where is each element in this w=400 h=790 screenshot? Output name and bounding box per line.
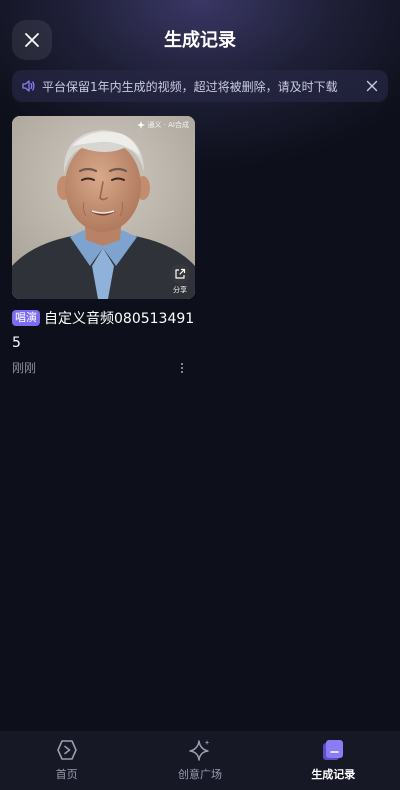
video-thumbnail[interactable]: 通义 · AI合成 分享	[12, 116, 195, 299]
speaker-icon	[22, 80, 35, 92]
home-play-icon	[55, 738, 79, 762]
record-card[interactable]: 通义 · AI合成 分享 唱演 自定义音频0805134915 刚刚	[12, 116, 195, 376]
notice-banner: 平台保留1年内生成的视频，超过将被删除，请及时下载	[12, 70, 388, 102]
ai-watermark: 通义 · AI合成	[137, 120, 189, 130]
page-title: 生成记录	[164, 30, 236, 51]
tab-creative-square-label: 创意广场	[177, 768, 222, 781]
records-icon	[321, 738, 345, 762]
tab-home[interactable]: 首页	[0, 731, 133, 790]
more-options-icon[interactable]	[177, 361, 187, 375]
sparkle-icon	[188, 738, 212, 762]
record-meta: 刚刚	[12, 359, 195, 376]
tab-creative-square[interactable]: 创意广场	[133, 731, 266, 790]
share-circle	[170, 264, 190, 284]
tab-records[interactable]: 生成记录	[267, 731, 400, 790]
notice-text: 平台保留1年内生成的视频，超过将被删除，请及时下载	[42, 79, 338, 94]
notice-close-button[interactable]	[364, 78, 380, 94]
header: 生成记录	[0, 16, 400, 64]
share-label: 分享	[173, 286, 187, 294]
watermark-text: 通义 · AI合成	[147, 121, 189, 129]
share-icon	[175, 268, 186, 279]
close-icon	[366, 80, 378, 92]
sparkle-logo-icon	[137, 121, 146, 129]
tab-records-label: 生成记录	[311, 768, 356, 781]
portrait-image	[12, 116, 195, 299]
record-title: 唱演 自定义音频0805134915	[12, 307, 195, 355]
share-button[interactable]: 分享	[169, 264, 191, 295]
record-time: 刚刚	[12, 361, 37, 375]
bottom-tab-bar: 首页 创意广场 生成记录	[0, 731, 400, 790]
type-badge: 唱演	[12, 310, 40, 326]
tab-home-label: 首页	[55, 768, 78, 781]
